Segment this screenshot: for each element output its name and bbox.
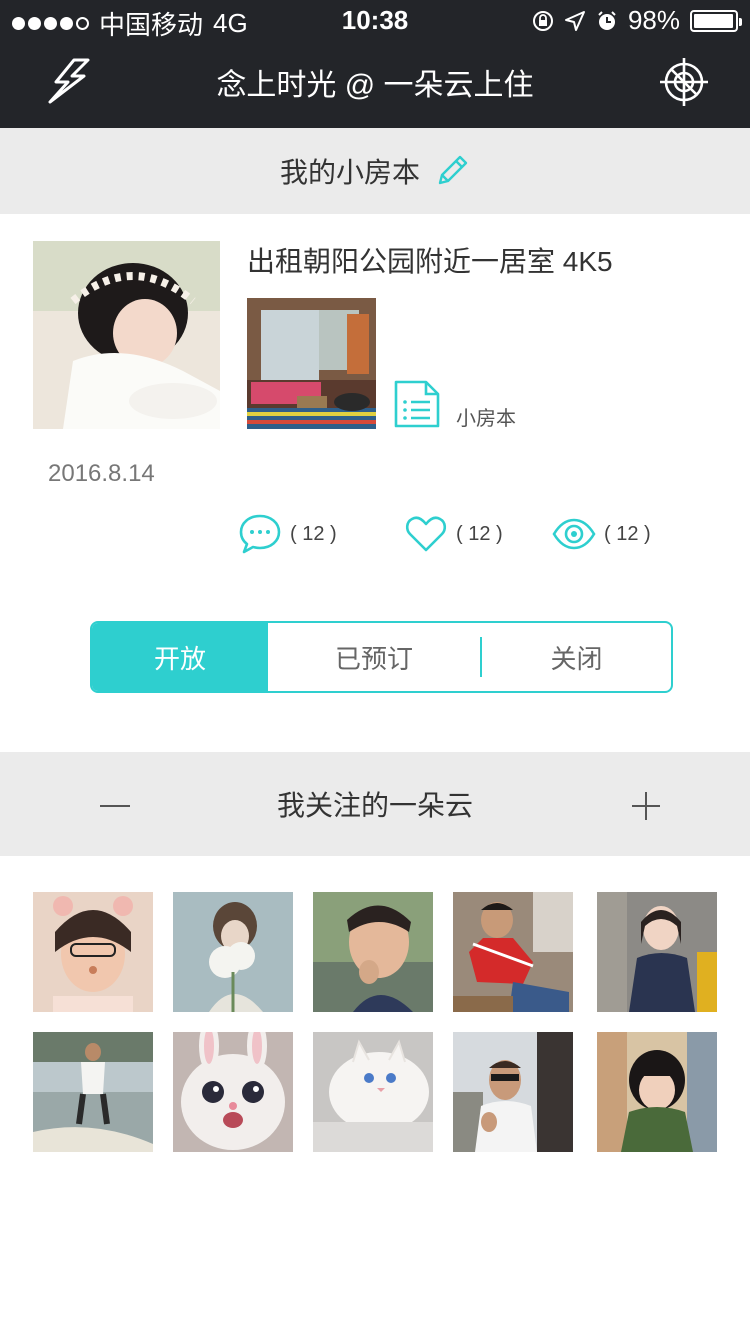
like-count: ( 12 ) bbox=[456, 522, 503, 545]
document-icon[interactable] bbox=[392, 378, 442, 430]
post-title[interactable]: 出租朝阳公园附近一居室 4K5 bbox=[247, 240, 613, 280]
room-photo[interactable] bbox=[247, 298, 376, 429]
status-segmented-control: 开放 已预订 关闭 bbox=[90, 621, 673, 693]
comment-stat[interactable]: ( 12 ) bbox=[238, 512, 337, 556]
battery-percent: 98% bbox=[627, 5, 680, 35]
crosshair-icon[interactable] bbox=[658, 56, 710, 108]
doc-label[interactable]: 小房本 bbox=[456, 402, 516, 431]
segment-closed[interactable]: 关闭 bbox=[482, 623, 671, 691]
status-bar: 中国移动 4G 10:38 98% bbox=[0, 0, 750, 40]
top-bar: 中国移动 4G 10:38 98% 念上时光 @ 一朵云上住 bbox=[0, 0, 750, 128]
collapse-minus-icon[interactable] bbox=[100, 805, 130, 807]
comment-count: ( 12 ) bbox=[290, 522, 337, 545]
user-avatar[interactable] bbox=[33, 241, 220, 429]
followed-avatar[interactable] bbox=[313, 892, 433, 1012]
location-icon bbox=[564, 10, 585, 31]
status-right: 98% bbox=[532, 5, 742, 36]
follow-section-title: 我关注的一朵云 bbox=[276, 790, 473, 821]
followed-avatar[interactable] bbox=[173, 892, 293, 1012]
room-section-header: 我的小房本 bbox=[0, 128, 750, 214]
segment-open[interactable]: 开放 bbox=[92, 623, 268, 691]
followed-avatar[interactable] bbox=[597, 1032, 717, 1152]
followed-avatar[interactable] bbox=[173, 1032, 293, 1152]
eye-icon[interactable] bbox=[552, 512, 596, 556]
room-section-title: 我的小房本 bbox=[279, 157, 420, 188]
page-title: 念上时光 @ 一朵云上住 bbox=[216, 69, 534, 102]
add-plus-icon-vertical[interactable] bbox=[645, 792, 647, 820]
heart-icon[interactable] bbox=[404, 512, 448, 556]
followed-avatar[interactable] bbox=[33, 1032, 153, 1152]
alarm-icon bbox=[598, 10, 616, 30]
rotation-lock-icon bbox=[532, 10, 553, 31]
view-stat[interactable]: ( 12 ) bbox=[552, 512, 651, 556]
battery-icon bbox=[690, 9, 742, 32]
segment-reserved[interactable]: 已预订 bbox=[268, 637, 482, 677]
like-stat[interactable]: ( 12 ) bbox=[404, 512, 503, 556]
followed-avatar[interactable] bbox=[33, 892, 153, 1012]
followed-avatar[interactable] bbox=[453, 892, 573, 1012]
follow-section-header: 我关注的一朵云 bbox=[0, 752, 750, 856]
post-date: 2016.8.14 bbox=[48, 460, 155, 487]
followed-avatar[interactable] bbox=[597, 892, 717, 1012]
view-count: ( 12 ) bbox=[604, 522, 651, 545]
pencil-icon[interactable] bbox=[434, 153, 470, 189]
followed-avatar[interactable] bbox=[313, 1032, 433, 1152]
followed-avatar[interactable] bbox=[453, 1032, 573, 1152]
comment-icon[interactable] bbox=[238, 512, 282, 556]
